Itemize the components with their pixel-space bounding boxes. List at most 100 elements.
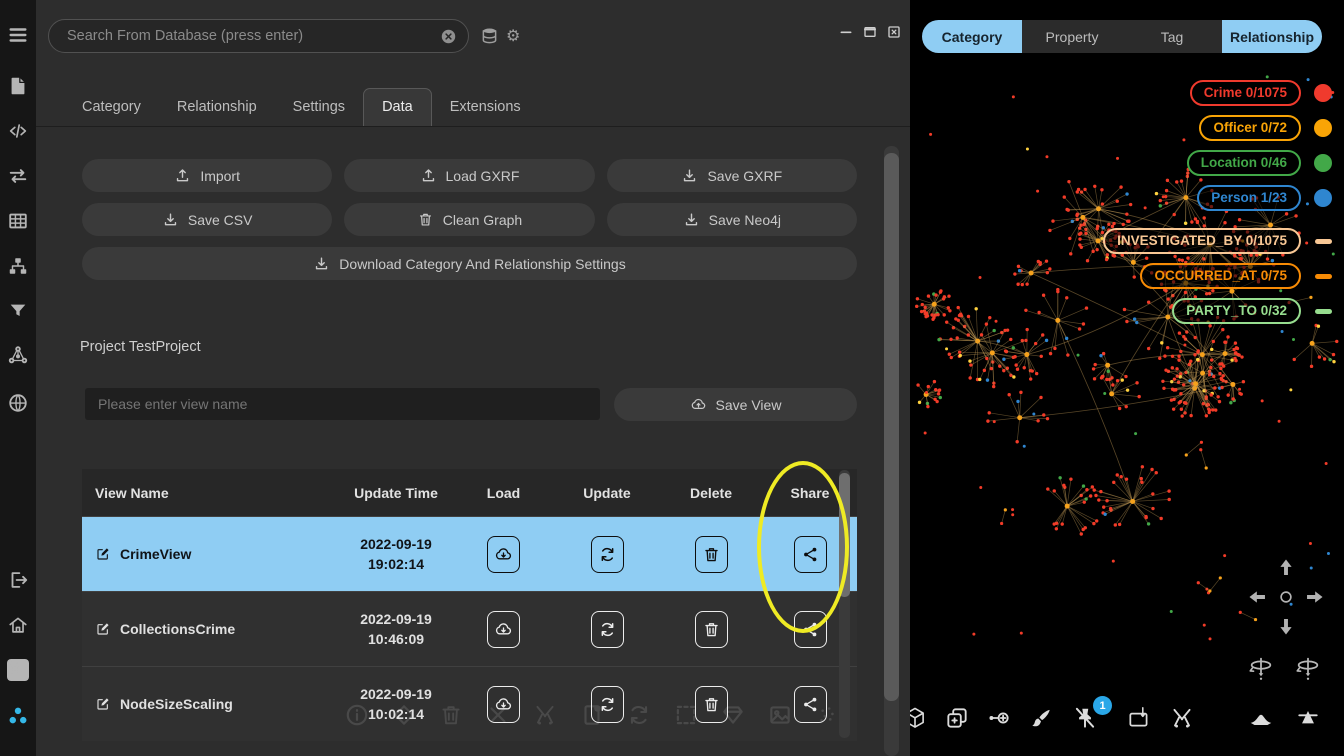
legend-pill[interactable]: Crime 0/1075: [1190, 80, 1301, 106]
save-neo4j-button[interactable]: Save Neo4j: [607, 203, 857, 236]
col-update: Update: [555, 485, 659, 501]
legend-pill[interactable]: Officer 0/72: [1199, 115, 1301, 141]
button-label: Import: [200, 168, 240, 184]
update-view-button[interactable]: [591, 686, 624, 723]
swap-arrows-icon[interactable]: [7, 165, 29, 187]
save-csv-button[interactable]: Save CSV: [82, 203, 332, 236]
logout-icon[interactable]: [7, 569, 29, 591]
location-node-swatch[interactable]: [1314, 154, 1332, 172]
legend-item-officer[interactable]: Officer 0/72: [1199, 115, 1332, 141]
legend-pill[interactable]: INVESTIGATED_BY 0/1075: [1103, 228, 1301, 254]
maximize-icon[interactable]: [862, 24, 878, 40]
edit-view-icon[interactable]: [95, 696, 111, 712]
legend-pill[interactable]: Person 1/23: [1197, 185, 1301, 211]
edit-view-icon[interactable]: [95, 621, 111, 637]
add-node-icon[interactable]: [986, 705, 1012, 731]
view-row-crimeview[interactable]: CrimeView 2022-09-19 19:02:14: [82, 516, 857, 591]
pan-up-icon[interactable]: [1273, 556, 1299, 582]
share-view-button[interactable]: [794, 611, 827, 648]
panel-tabs: Category Relationship Settings Data Exte…: [36, 86, 910, 127]
table-scrollbar[interactable]: [839, 470, 850, 738]
tab-tag[interactable]: Tag: [1122, 20, 1222, 53]
legend-pill[interactable]: PARTY_TO 0/32: [1172, 298, 1301, 324]
delete-view-button[interactable]: [695, 686, 728, 723]
camera-center-icon[interactable]: [1277, 588, 1295, 606]
download-settings-button[interactable]: Download Category And Relationship Setti…: [82, 247, 857, 280]
home-icon[interactable]: [7, 614, 29, 636]
tab-relationship[interactable]: Relationship: [1222, 20, 1322, 53]
rotate-left-axis-icon[interactable]: [1247, 654, 1275, 682]
filter-icon[interactable]: [7, 300, 29, 322]
legend-mode-tabs: Category Property Tag Relationship: [922, 20, 1322, 53]
clean-graph-button[interactable]: Clean Graph: [344, 203, 594, 236]
load-view-button[interactable]: [487, 611, 520, 648]
tab-category[interactable]: Category: [922, 20, 1022, 53]
scatter-cut-icon[interactable]: [1169, 705, 1195, 731]
legend-item-crime[interactable]: Crime 0/1075: [1190, 80, 1332, 106]
search-input[interactable]: [49, 28, 468, 44]
tablet-pen-icon[interactable]: [1126, 705, 1152, 731]
network-icon[interactable]: [7, 344, 29, 366]
pan-down-icon[interactable]: [1273, 612, 1299, 638]
trash-icon: [417, 211, 434, 228]
legend-item-person[interactable]: Person 1/23: [1197, 185, 1332, 211]
occurred-at-edge-swatch[interactable]: [1315, 274, 1332, 279]
file-icon[interactable]: [7, 75, 29, 97]
legend-item-location[interactable]: Location 0/46: [1187, 150, 1332, 176]
add-collection-icon[interactable]: [944, 705, 970, 731]
view-row-nodesizescaling[interactable]: NodeSizeScaling 2022-09-19 10:02:14: [82, 666, 857, 741]
tab-relationship-left[interactable]: Relationship: [159, 89, 275, 126]
clear-search-icon[interactable]: [439, 27, 458, 46]
update-view-button[interactable]: [591, 536, 624, 573]
view-name-input[interactable]: [85, 388, 600, 420]
minimize-icon[interactable]: [838, 24, 854, 40]
panel-scrollbar[interactable]: [884, 146, 899, 756]
legend-pill[interactable]: Location 0/46: [1187, 150, 1301, 176]
legend-item-occurred-at[interactable]: OCCURRED_AT 0/75: [1140, 263, 1332, 289]
investigated-by-edge-swatch[interactable]: [1315, 239, 1332, 244]
panel-scrollbar-thumb[interactable]: [884, 153, 899, 701]
tab-data[interactable]: Data: [363, 88, 432, 126]
load-gxrf-button[interactable]: Load GXRF: [344, 159, 594, 192]
save-view-button[interactable]: Save View: [614, 388, 857, 421]
delete-view-button[interactable]: [695, 536, 728, 573]
sitemap-icon[interactable]: [7, 255, 29, 277]
globe-icon[interactable]: [7, 392, 29, 414]
person-node-swatch[interactable]: [1314, 189, 1332, 207]
rotate-right-axis-icon[interactable]: [1294, 654, 1322, 682]
brush-icon[interactable]: [1028, 705, 1054, 731]
gear-icon[interactable]: ⚙: [506, 26, 528, 48]
load-view-button[interactable]: [487, 686, 520, 723]
tab-extensions[interactable]: Extensions: [432, 89, 539, 126]
load-view-button[interactable]: [487, 536, 520, 573]
menu-icon[interactable]: [7, 24, 29, 46]
flatten-down-icon[interactable]: [1248, 705, 1274, 731]
edit-view-icon[interactable]: [95, 546, 111, 562]
view-row-collectionscrime[interactable]: CollectionsCrime 2022-09-19 10:46:09: [82, 591, 857, 666]
button-label: Clean Graph: [443, 212, 522, 228]
officer-node-swatch[interactable]: [1314, 119, 1332, 137]
delete-view-button[interactable]: [695, 611, 728, 648]
party-to-edge-swatch[interactable]: [1315, 309, 1332, 314]
close-icon[interactable]: [886, 24, 902, 40]
command-icon[interactable]: ⌘: [7, 659, 29, 681]
pull-up-icon[interactable]: [1295, 705, 1321, 731]
pan-right-icon[interactable]: [1300, 584, 1326, 610]
legend-item-party-to[interactable]: PARTY_TO 0/32: [1172, 298, 1332, 324]
table-grid-icon[interactable]: [7, 210, 29, 232]
crime-node-swatch[interactable]: [1314, 84, 1332, 102]
tab-settings[interactable]: Settings: [275, 89, 363, 126]
legend-pill[interactable]: OCCURRED_AT 0/75: [1140, 263, 1301, 289]
pan-left-icon[interactable]: [1246, 584, 1272, 610]
update-view-button[interactable]: [591, 611, 624, 648]
code-icon[interactable]: [7, 120, 29, 142]
import-button[interactable]: Import: [82, 159, 332, 192]
share-view-button[interactable]: [794, 686, 827, 723]
tab-property[interactable]: Property: [1022, 20, 1122, 53]
tab-category-left[interactable]: Category: [64, 89, 159, 126]
share-view-button[interactable]: [794, 536, 827, 573]
save-gxrf-button[interactable]: Save GXRF: [607, 159, 857, 192]
table-scrollbar-thumb[interactable]: [839, 473, 850, 597]
legend-item-investigated-by[interactable]: INVESTIGATED_BY 0/1075: [1103, 228, 1332, 254]
database-icon[interactable]: [479, 26, 500, 47]
